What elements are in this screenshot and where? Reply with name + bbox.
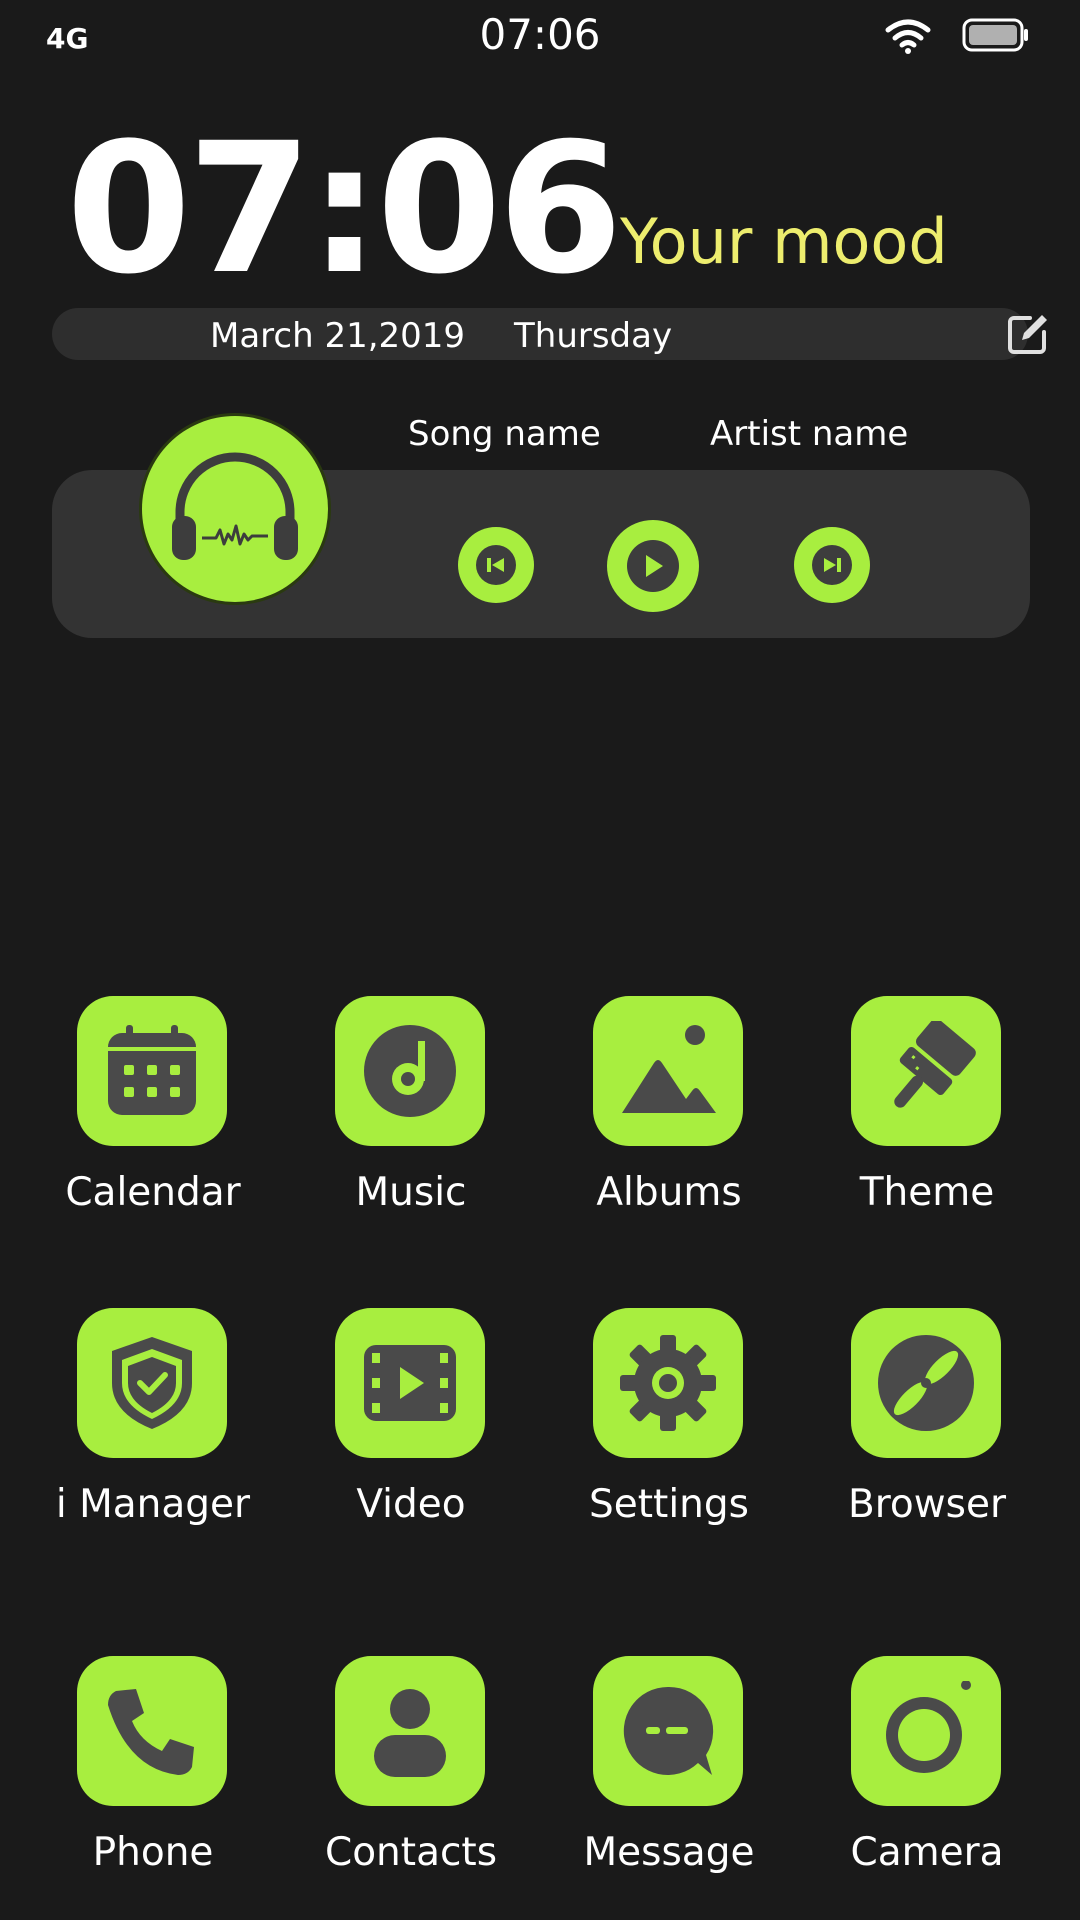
previous-icon	[476, 545, 516, 585]
camera-icon	[886, 1681, 971, 1773]
app-label: Contacts	[324, 1830, 498, 1875]
song-name: Song name	[408, 414, 601, 454]
app-icon-tile[interactable]	[593, 1308, 743, 1458]
app-label: Music	[355, 1170, 467, 1215]
album-art[interactable]	[142, 416, 328, 602]
app-icon-tile[interactable]	[335, 1656, 485, 1806]
app-icon-tile[interactable]	[77, 996, 227, 1146]
calendar-icon	[108, 1025, 196, 1115]
app-label: Albums	[596, 1170, 742, 1215]
chat-bubble-icon	[623, 1686, 714, 1775]
app-label: Phone	[92, 1830, 214, 1875]
date-label: March 21,2019	[210, 316, 466, 356]
date-bar: March 21,2019 Thursday	[52, 308, 1047, 360]
day-label: Thursday	[514, 316, 673, 356]
phone-icon	[108, 1689, 194, 1775]
next-track-button[interactable]	[794, 527, 870, 603]
compass-icon	[878, 1335, 974, 1431]
app-label: Settings	[589, 1482, 749, 1527]
clock-widget-time[interactable]: 07:06	[66, 120, 623, 300]
app-icon-tile[interactable]	[335, 996, 485, 1146]
app-icon-tile[interactable]	[851, 1308, 1001, 1458]
app-label: i Manager	[55, 1482, 251, 1527]
play-icon	[627, 540, 679, 592]
status-bar: 4G 07:06	[0, 0, 1080, 76]
app-settings[interactable]: Settings	[544, 1308, 794, 1558]
app-browser[interactable]: Browser	[802, 1308, 1052, 1558]
shield-check-icon	[112, 1337, 192, 1429]
app-theme[interactable]: Theme	[802, 996, 1052, 1246]
app-label: Calendar	[65, 1170, 241, 1215]
app-music[interactable]: Music	[286, 996, 536, 1246]
app-camera[interactable]: Camera	[802, 1656, 1052, 1906]
paintbrush-icon	[894, 1021, 976, 1108]
mood-label[interactable]: Your mood	[620, 205, 948, 278]
app-phone[interactable]: Phone	[28, 1656, 278, 1906]
app-icon-tile[interactable]	[593, 1656, 743, 1806]
app-label: Browser	[847, 1482, 1007, 1527]
app-message[interactable]: Message	[544, 1656, 794, 1906]
app-icon-tile[interactable]	[77, 1656, 227, 1806]
music-disc-icon	[364, 1025, 456, 1117]
person-icon	[374, 1689, 446, 1777]
previous-track-button[interactable]	[458, 527, 534, 603]
artist-name: Artist name	[710, 414, 909, 454]
film-play-icon	[364, 1345, 456, 1421]
app-calendar[interactable]: Calendar	[28, 996, 278, 1246]
app-icon-tile[interactable]	[593, 996, 743, 1146]
app-i-manager[interactable]: i Manager	[28, 1308, 278, 1558]
battery-icon	[962, 18, 1028, 52]
play-button[interactable]	[607, 520, 699, 612]
app-albums[interactable]: Albums	[544, 996, 794, 1246]
edit-icon[interactable]	[1006, 312, 1050, 356]
wifi-icon	[885, 19, 931, 54]
app-icon-tile[interactable]	[851, 996, 1001, 1146]
app-icon-tile[interactable]	[335, 1308, 485, 1458]
headphones-icon	[172, 452, 298, 560]
app-label: Theme	[859, 1170, 995, 1215]
app-video[interactable]: Video	[286, 1308, 536, 1558]
app-label: Video	[356, 1482, 466, 1527]
app-icon-tile[interactable]	[851, 1656, 1001, 1806]
gear-icon	[620, 1335, 716, 1431]
app-icon-tile[interactable]	[77, 1308, 227, 1458]
next-icon	[812, 545, 852, 585]
app-label: Message	[583, 1830, 755, 1875]
app-label: Camera	[850, 1830, 1004, 1875]
app-contacts[interactable]: Contacts	[286, 1656, 536, 1906]
image-icon	[622, 1025, 716, 1113]
